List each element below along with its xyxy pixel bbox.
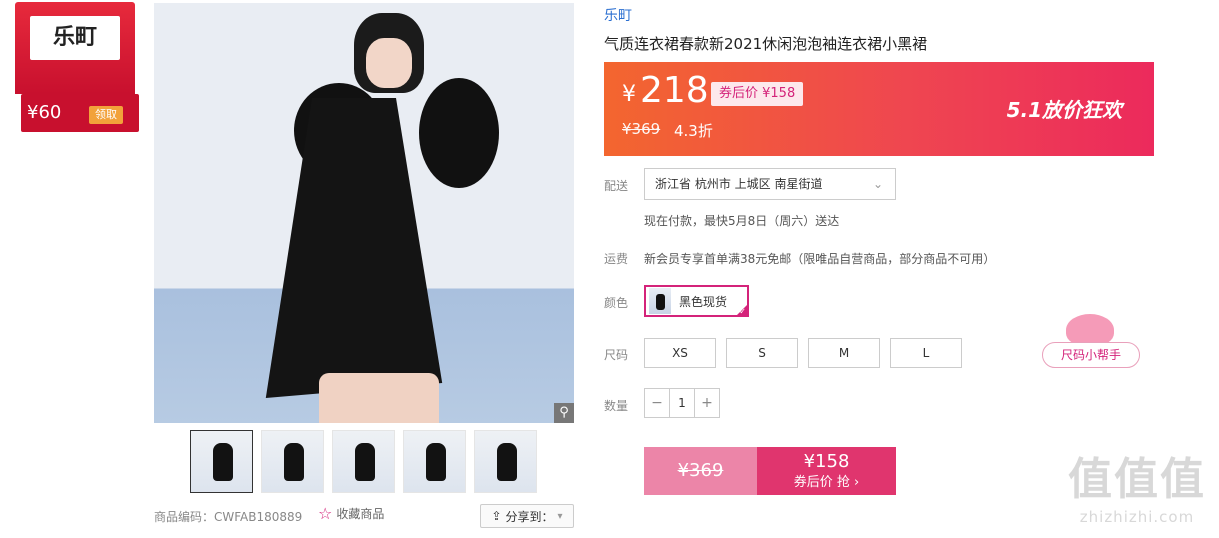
product-title: 气质连衣裙春款新2021休闲泡泡袖连衣裙小黑裙 — [604, 35, 928, 53]
color-swatch — [649, 288, 671, 314]
chevron-down-icon: ▾ — [557, 510, 563, 522]
buy-coupon-price[interactable]: ¥158 券后价 抢 › — [757, 447, 896, 495]
image-face — [366, 38, 412, 88]
minus-button[interactable]: − — [645, 389, 669, 417]
goods-code: 商品编码：CWFAB180889 — [154, 510, 303, 524]
original-price: ¥369 — [622, 120, 661, 138]
promo-label: 5.1放价狂欢 — [1006, 98, 1122, 122]
current-price: 218 — [640, 70, 709, 111]
size-helper-label: 尺码小帮手 — [1042, 342, 1140, 368]
thumbnail-strip — [190, 430, 537, 493]
check-icon: ✓ — [739, 307, 746, 316]
delivery-label: 配送 — [604, 179, 629, 193]
brand-link[interactable]: 乐町 — [604, 5, 632, 25]
thumbnail[interactable] — [190, 430, 253, 493]
quantity-input[interactable]: 1 — [669, 389, 695, 417]
address-value: 浙江省 杭州市 上城区 南星街道 — [655, 177, 823, 191]
claim-coupon-button[interactable]: 领取 — [89, 106, 123, 124]
image-sleeve-right — [419, 78, 499, 188]
watermark-url: zhizhizhi.com — [1079, 508, 1195, 526]
site-watermark: 值值值 zhizhizhi.com — [1068, 452, 1206, 526]
buy-button[interactable]: ¥369 ¥158 券后价 抢 › — [644, 447, 896, 495]
price-banner: ¥ 218 券后价 ¥158 ¥369 4.3折 5.1放价狂欢 — [604, 62, 1154, 156]
address-select[interactable]: 浙江省 杭州市 上城区 南星街道 ⌄ — [644, 168, 896, 200]
image-legs — [319, 373, 439, 423]
favorite-button[interactable]: ☆ 收藏商品 — [318, 505, 384, 522]
thumbnail[interactable] — [332, 430, 395, 493]
watermark-logo: 值值值 — [1068, 454, 1206, 505]
brand-coupon-badge[interactable]: 乐町 ¥60 领取 — [15, 2, 139, 134]
discount-label: 4.3折 — [674, 122, 713, 140]
chevron-down-icon: ⌄ — [872, 177, 883, 191]
brand-logo: 乐町 — [30, 16, 120, 60]
star-icon: ☆ — [318, 503, 333, 523]
size-helper-button[interactable]: 尺码小帮手 — [1042, 314, 1140, 370]
main-product-image[interactable]: ⚲ — [154, 3, 574, 423]
size-option-xs[interactable]: XS — [644, 338, 716, 368]
size-option-m[interactable]: M — [808, 338, 880, 368]
shipping-label: 运费 — [604, 252, 629, 266]
quantity-stepper: − 1 + — [644, 388, 720, 418]
plus-button[interactable]: + — [695, 389, 719, 417]
zoom-icon[interactable]: ⚲ — [554, 403, 574, 423]
coupon-price-tag: 券后价 ¥158 — [711, 82, 804, 106]
favorite-label: 收藏商品 — [336, 507, 385, 521]
coupon-amount: ¥60 — [27, 102, 62, 123]
shipping-info: 新会员专享首单满38元免邮（限唯品自营商品，部分商品不可用） — [644, 252, 996, 266]
delivery-estimate: 现在付款，最快5月8日（周六）送达 — [644, 214, 840, 228]
share-label: 分享到： — [505, 509, 554, 524]
color-label: 颜色 — [604, 296, 629, 310]
share-button[interactable]: ⇪ 分享到： ▾ — [480, 504, 574, 528]
price-symbol: ¥ — [622, 82, 636, 107]
buy-new-price: ¥158 — [803, 451, 850, 472]
size-label: 尺码 — [604, 348, 629, 362]
share-icon: ⇪ — [491, 509, 502, 523]
size-option-s[interactable]: S — [726, 338, 798, 368]
thumbnail[interactable] — [403, 430, 466, 493]
buy-original-price: ¥369 — [644, 447, 757, 495]
size-option-l[interactable]: L — [890, 338, 962, 368]
color-option-label: 黑色现货 — [679, 294, 728, 309]
color-option-black[interactable]: 黑色现货 ✓ — [644, 285, 749, 317]
thumbnail[interactable] — [474, 430, 537, 493]
thumbnail[interactable] — [261, 430, 324, 493]
quantity-label: 数量 — [604, 399, 629, 413]
buy-action-label: 券后价 抢 › — [793, 475, 860, 490]
